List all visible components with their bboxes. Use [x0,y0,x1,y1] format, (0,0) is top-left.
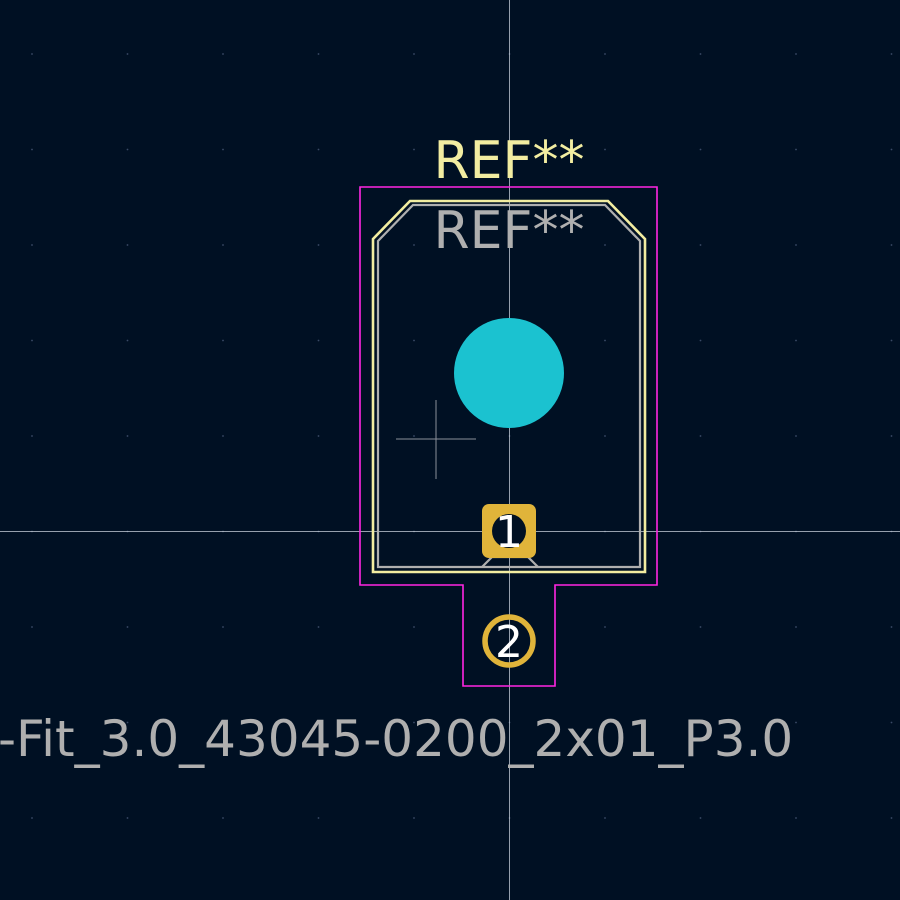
grid-dot [795,339,797,342]
pcb-footprint-canvas[interactable]: 1 2 REF** REF** -Fit_3.0_43045-0200_2x01… [0,0,900,900]
grid-dot [604,148,606,151]
grid-dot [317,148,320,151]
grid-dot [126,148,129,151]
pad-1-number: 1 [495,507,523,558]
grid-dot [413,148,415,151]
grid-dot [126,53,129,55]
grid-dot [126,244,129,246]
grid-dot [795,244,797,246]
grid-dot [31,53,33,55]
grid-dot [31,339,33,342]
grid-dot [222,339,224,342]
grid-dot [699,339,702,342]
grid-dot [890,339,893,342]
grid-dot [222,626,224,628]
grid-dot [317,244,320,246]
grid-dot [699,817,702,819]
pad-2-number: 2 [495,617,523,668]
pad-1[interactable]: 1 [482,504,536,558]
grid-dot [222,244,224,246]
grid-dot [890,626,893,628]
footprint-value-text[interactable]: -Fit_3.0_43045-0200_2x01_P3.0 [0,710,793,768]
grid-dot [699,53,702,55]
grid-dot [795,435,797,437]
npth-mounting-hole-icon[interactable] [454,318,564,428]
grid-dot [604,53,606,55]
grid-dot [890,817,893,819]
grid-dot [126,435,129,437]
grid-dot [413,626,415,628]
grid-dot [413,817,415,819]
reference-silkscreen[interactable]: REF** [434,131,585,191]
grid-dot [795,626,797,628]
reference-fab[interactable]: REF** [434,201,585,261]
grid-dot [126,817,129,819]
grid-dot [222,817,224,819]
grid-dot [890,148,893,151]
grid-dot [604,244,606,246]
grid-dot [699,435,702,437]
grid-dot [31,148,33,151]
grid-dot [317,626,320,628]
grid-dot [31,244,33,246]
grid-dot [795,148,797,151]
grid-dot [222,148,224,151]
grid-dot [890,721,893,724]
grid-dot [31,817,33,819]
grid-dot [31,435,33,437]
grid-dot [604,626,606,628]
grid-dot [413,435,415,437]
grid-dot [604,817,606,819]
grid-dot [699,244,702,246]
grid-dot [126,339,129,342]
grid-dot [126,626,129,628]
grid-dot [699,626,702,628]
grid-dot [222,53,224,55]
grid-dot [31,626,33,628]
grid-dot [890,53,893,55]
grid-dot [795,817,797,819]
grid-dot [317,817,320,819]
grid-dot [890,435,893,437]
grid-dot [890,244,893,246]
grid-dot [795,53,797,55]
grid-dot [413,53,415,55]
grid-dot [317,53,320,55]
grid-dot [413,339,415,342]
grid-dot [604,339,606,342]
grid-dot [413,244,415,246]
grid-dot [604,435,606,437]
grid-dot [795,721,797,724]
grid-dot [317,435,320,437]
grid-dot [699,148,702,151]
grid-dot [317,339,320,342]
grid-dot [222,435,224,437]
